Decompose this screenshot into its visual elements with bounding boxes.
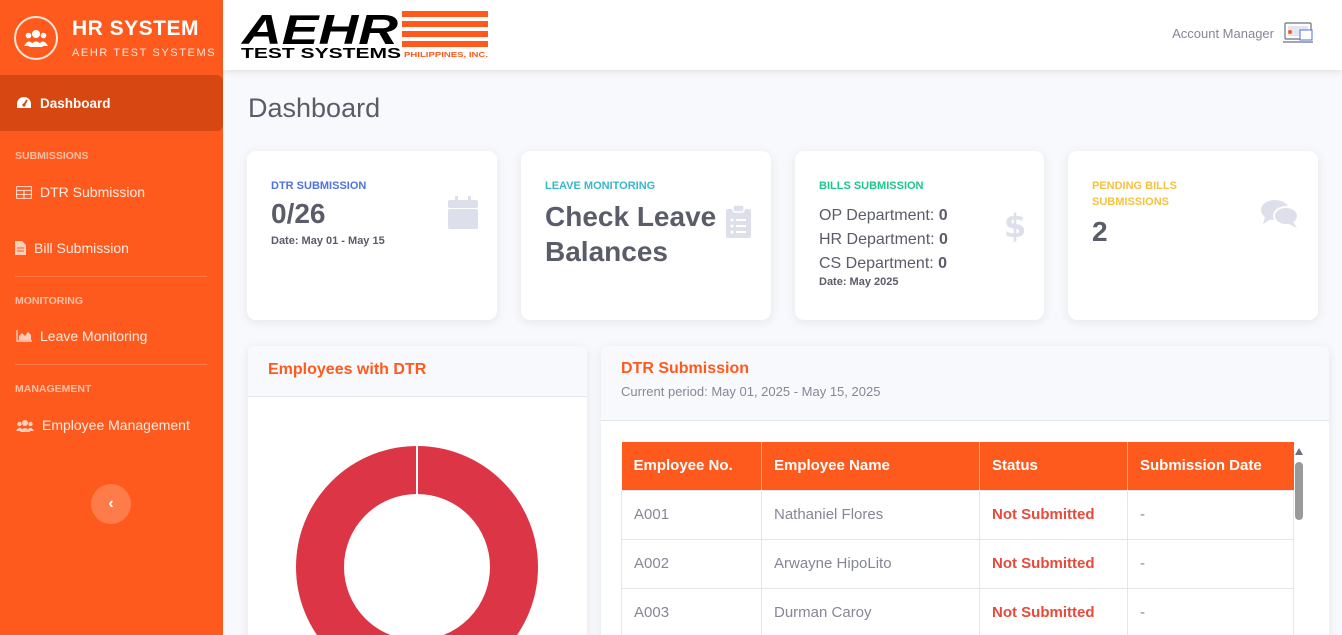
stat-leave-line2: Balances [545, 236, 668, 267]
page-title: Dashboard [248, 93, 381, 123]
table-icon [16, 185, 32, 199]
stat-pending-value: 2 [1092, 216, 1108, 247]
nav-employee-management[interactable]: Employee Management [16, 417, 190, 433]
column-header[interactable]: Status [979, 442, 1128, 490]
scrollbar-thumb[interactable] [1295, 462, 1303, 520]
sidebar-divider [15, 364, 207, 365]
stat-dtr-label: DTR SUBMISSION [271, 180, 367, 192]
avatar [1283, 22, 1313, 43]
dtr-table: Employee No. Employee Name Status Submis… [621, 442, 1294, 635]
heading-monitoring: MONITORING [15, 295, 84, 307]
chart-panel: Employees with DTR [248, 346, 587, 635]
stat-bills-label: BILLS SUBMISSION [819, 180, 924, 192]
sidebar-divider [15, 276, 207, 277]
account-label: Account Manager [1172, 25, 1274, 41]
brand-link[interactable]: HR SYSTEM AEHR TEST SYSTEMS [0, 0, 223, 75]
stat-dtr-value: 0/26 [271, 198, 326, 229]
nav-dtr-label: DTR Submission [40, 184, 146, 200]
table-scrollbar[interactable] [1293, 446, 1305, 635]
bills-row-hr: HR Department: 0 [819, 231, 948, 248]
topbar: AEHR TEST SYSTEMS PHILIPPINES, INC. Acco… [223, 0, 1342, 70]
stat-card-leave: LEAVE MONITORING Check Leave Balances [521, 151, 771, 320]
brand-title: HR SYSTEM [72, 16, 200, 40]
donut-chart [296, 446, 538, 635]
table-row[interactable]: A002 Arwayne HipoLito Not Submitted - [621, 538, 1294, 588]
heading-management: MANAGEMENT [15, 383, 92, 395]
stat-leave-value: Check Leave Balances [545, 199, 716, 269]
status-badge: Not Submitted [979, 587, 1128, 635]
heading-submissions: SUBMISSIONS [15, 150, 89, 162]
chart-area-icon [16, 330, 32, 342]
stat-card-bills: BILLS SUBMISSION OP Department: 0 HR Dep… [795, 151, 1044, 320]
dollar-icon: $ [1004, 208, 1026, 242]
clipboard-list-icon [726, 205, 751, 238]
stat-bills-list: OP Department: 0 HR Department: 0 CS Dep… [819, 204, 948, 276]
dtr-panel: DTR Submission Current period: May 01, 2… [601, 346, 1329, 635]
employee-name: Nathaniel Flores [761, 489, 980, 539]
stat-pending-label: PENDING BILLS SUBMISSIONS [1092, 180, 1177, 208]
nav-dashboard[interactable]: Dashboard [0, 75, 223, 131]
sidebar: HR SYSTEM AEHR TEST SYSTEMS Dashboard SU… [0, 0, 223, 635]
nav-bill-submission[interactable]: Bill Submission [15, 240, 129, 256]
chart-panel-title: Employees with DTR [268, 361, 427, 378]
stat-leave-line1: Check Leave [545, 201, 717, 232]
submission-date: - [1127, 489, 1294, 539]
dtr-panel-subtitle: Current period: May 01, 2025 - May 15, 2… [621, 384, 881, 399]
status-badge: Not Submitted [979, 489, 1128, 539]
employee-name: Arwayne HipoLito [761, 538, 980, 588]
stat-bills-note: Date: May 2025 [819, 276, 899, 288]
comments-icon [1261, 200, 1299, 228]
employee-no: A003 [621, 587, 762, 635]
stat-card-pending: PENDING BILLS SUBMISSIONS 2 [1068, 151, 1318, 320]
stat-dtr-note: Date: May 01 - May 15 [271, 235, 385, 247]
users-icon [14, 15, 58, 60]
donut-slice-0[interactable] [296, 446, 538, 635]
svg-text:$: $ [1004, 208, 1026, 242]
nav-leave-label: Leave Monitoring [40, 328, 148, 344]
bills-row-cs: CS Department: 0 [819, 255, 948, 272]
employee-no: A002 [621, 538, 762, 588]
company-logo: AEHR TEST SYSTEMS PHILIPPINES, INC. [241, 10, 488, 60]
chart-panel-header: Employees with DTR [248, 346, 587, 397]
dtr-table-wrapper[interactable]: Employee No. Employee Name Status Submis… [621, 442, 1294, 635]
table-row[interactable]: A003 Durman Caroy Not Submitted - [621, 587, 1294, 635]
tachometer-icon [17, 97, 31, 108]
account-menu[interactable]: Account Manager [1172, 22, 1314, 44]
sidebar-toggle-button[interactable]: ‹ [91, 484, 131, 524]
file-icon [15, 241, 26, 255]
submission-date: - [1127, 587, 1294, 635]
scroll-up-icon[interactable] [1295, 448, 1303, 455]
logo-line3: PHILIPPINES, INC. [404, 50, 488, 59]
stat-leave-label: LEAVE MONITORING [545, 180, 656, 192]
bills-row-op: OP Department: 0 [819, 207, 948, 224]
employee-no: A001 [621, 489, 762, 539]
dtr-panel-header: DTR Submission Current period: May 01, 2… [601, 346, 1329, 421]
logo-line2: TEST SYSTEMS [241, 45, 401, 60]
brand-subtitle: AEHR TEST SYSTEMS [72, 46, 217, 59]
column-header[interactable]: Submission Date [1127, 442, 1294, 490]
table-row[interactable]: A001 Nathaniel Flores Not Submitted - [621, 489, 1294, 539]
submission-date: - [1127, 538, 1294, 588]
nav-leave-monitoring[interactable]: Leave Monitoring [16, 328, 147, 344]
dtr-panel-title: DTR Submission [621, 360, 750, 377]
nav-bill-label: Bill Submission [34, 240, 129, 256]
calendar-icon [448, 196, 478, 229]
users-icon [16, 419, 34, 432]
stat-card-dtr: DTR SUBMISSION 0/26 Date: May 01 - May 1… [247, 151, 497, 320]
nav-dtr-submission[interactable]: DTR Submission [16, 184, 145, 200]
chevron-left-icon: ‹ [108, 495, 114, 512]
employee-name: Durman Caroy [761, 587, 980, 635]
nav-dashboard-label: Dashboard [40, 95, 111, 111]
table-header-row: Employee No. Employee Name Status Submis… [621, 442, 1294, 490]
column-header[interactable]: Employee No. [621, 442, 762, 490]
column-header[interactable]: Employee Name [761, 442, 980, 490]
nav-employee-label: Employee Management [42, 417, 190, 433]
status-badge: Not Submitted [979, 538, 1128, 588]
